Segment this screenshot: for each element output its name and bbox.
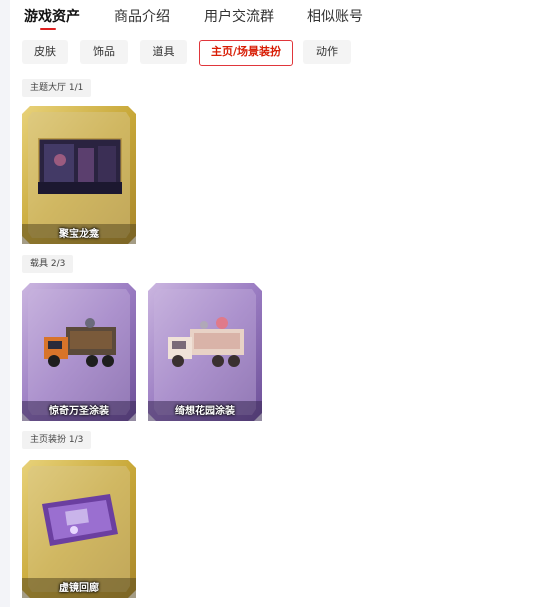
- tab-user-group[interactable]: 用户交流群: [204, 6, 274, 26]
- tab-game-assets[interactable]: 游戏资产: [24, 6, 80, 26]
- item-card[interactable]: 惊奇万圣涂装: [22, 283, 136, 421]
- truck-art-garden: [168, 317, 244, 367]
- tab-product-intro[interactable]: 商品介绍: [114, 6, 170, 26]
- section-label-home-decor: 主页装扮 1/3: [22, 431, 92, 449]
- ticket-art: [42, 494, 118, 546]
- item-name: 惊奇万圣涂装: [49, 406, 109, 417]
- filter-actions[interactable]: 动作: [303, 40, 351, 64]
- filter-home-scene[interactable]: 主页/场景装扮: [199, 40, 293, 66]
- lobby-art: [38, 138, 122, 194]
- item-name: 虚镜回廊: [59, 583, 99, 594]
- section-label-theme-lobby: 主题大厅 1/1: [22, 79, 92, 97]
- item-name: 聚宝龙龛: [59, 229, 99, 240]
- tab-similar-accounts[interactable]: 相似账号: [307, 6, 363, 26]
- filter-items[interactable]: 道具: [140, 40, 187, 64]
- truck-art-halloween: [44, 318, 116, 367]
- active-tab-indicator: [40, 28, 56, 30]
- filter-skin[interactable]: 皮肤: [22, 40, 68, 64]
- item-card[interactable]: 虚镜回廊: [22, 460, 136, 598]
- filter-accessories[interactable]: 饰品: [80, 40, 128, 64]
- item-card[interactable]: 聚宝龙龛: [22, 106, 136, 244]
- item-name: 绮想花园涂装: [175, 406, 235, 417]
- item-card[interactable]: 绮想花园涂装: [148, 283, 262, 421]
- section-label-vehicles: 载具 2/3: [22, 255, 74, 273]
- left-edge-bar: [0, 0, 10, 607]
